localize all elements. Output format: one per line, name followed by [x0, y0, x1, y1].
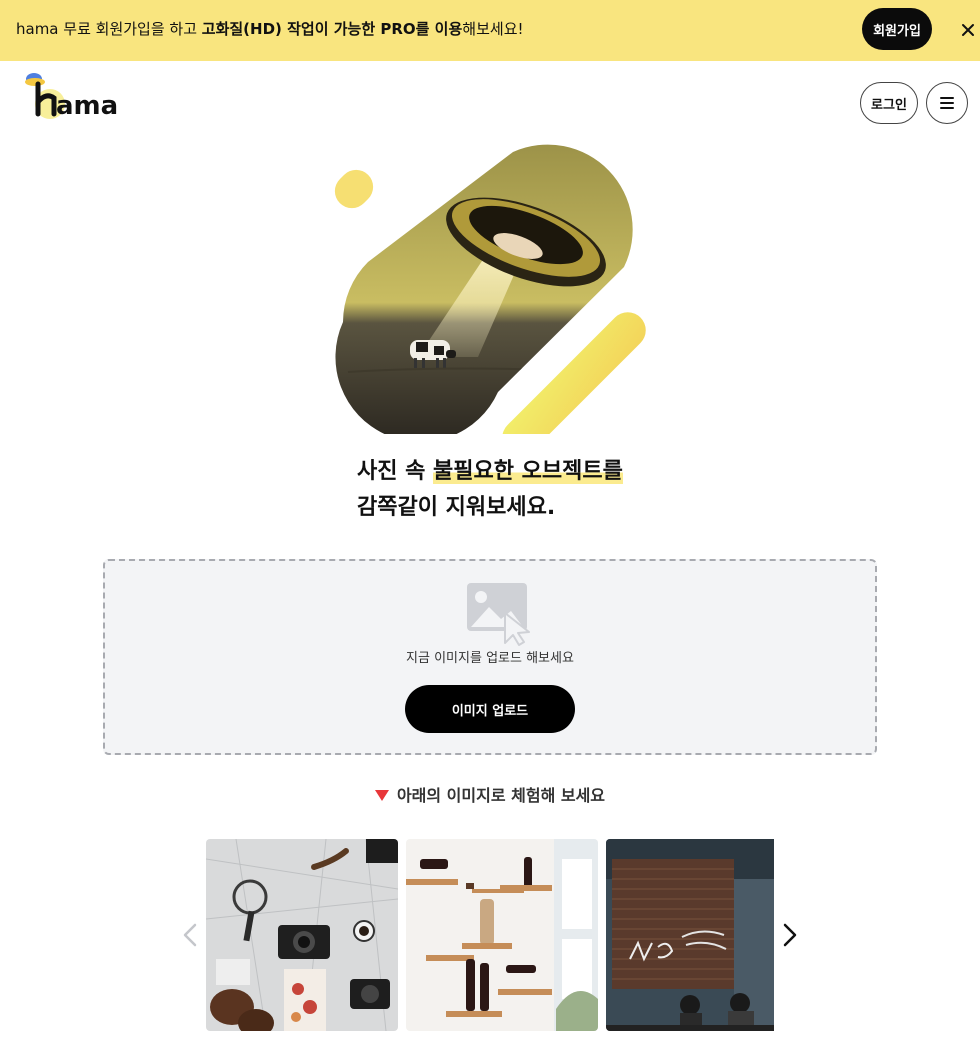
login-button[interactable]: 로그인: [860, 82, 918, 124]
chevron-left-icon[interactable]: [178, 920, 202, 950]
hero-headline: 사진 속 불필요한 오브젝트를 감쪽같이 지워보세요.: [357, 454, 657, 526]
sample-image-travel-flatlay[interactable]: [206, 839, 398, 1031]
hero-illustration: [328, 142, 700, 456]
chevron-right-icon[interactable]: [778, 920, 802, 950]
upload-hint: 지금 이미지를 업로드 해보세요: [406, 651, 574, 666]
image-upload-button[interactable]: 이미지 업로드: [405, 685, 575, 733]
promo-text-tail: 해보세요!: [462, 20, 524, 38]
hama-logo[interactable]: ama: [22, 70, 124, 122]
sample-image-wine-shelves[interactable]: [406, 839, 598, 1031]
headline-plain: 사진 속: [357, 459, 434, 484]
headline-line2: 감쪽같이 지워보세요.: [357, 495, 556, 520]
samples-heading: 아래의 이미지로 체험해 보세요: [0, 782, 980, 806]
signup-button[interactable]: 회원가입: [862, 8, 932, 50]
samples-heading-text: 아래의 이미지로 체험해 보세요: [396, 786, 606, 805]
promo-text: hama 무료 회원가입을 하고 고화질(HD) 작업이 가능한 PRO를 이용…: [16, 18, 524, 39]
svg-text:ama: ama: [56, 91, 118, 121]
arrow-down-icon: [374, 790, 389, 801]
upload-dropzone[interactable]: 지금 이미지를 업로드 해보세요 이미지 업로드: [103, 559, 877, 755]
hamburger-menu-icon[interactable]: [926, 82, 968, 124]
promo-text-lead: hama 무료 회원가입을 하고: [16, 20, 202, 38]
close-icon[interactable]: [955, 18, 980, 42]
promo-text-bold: 고화질(HD) 작업이 가능한 PRO를 이용: [201, 20, 463, 38]
image-upload-icon: [467, 583, 533, 647]
promo-banner: hama 무료 회원가입을 하고 고화질(HD) 작업이 가능한 PRO를 이용…: [0, 0, 980, 61]
sample-carousel: [206, 839, 774, 1031]
sample-image-graffiti-wall[interactable]: [606, 839, 774, 1031]
headline-highlight: 불필요한 오브젝트를: [433, 459, 623, 484]
